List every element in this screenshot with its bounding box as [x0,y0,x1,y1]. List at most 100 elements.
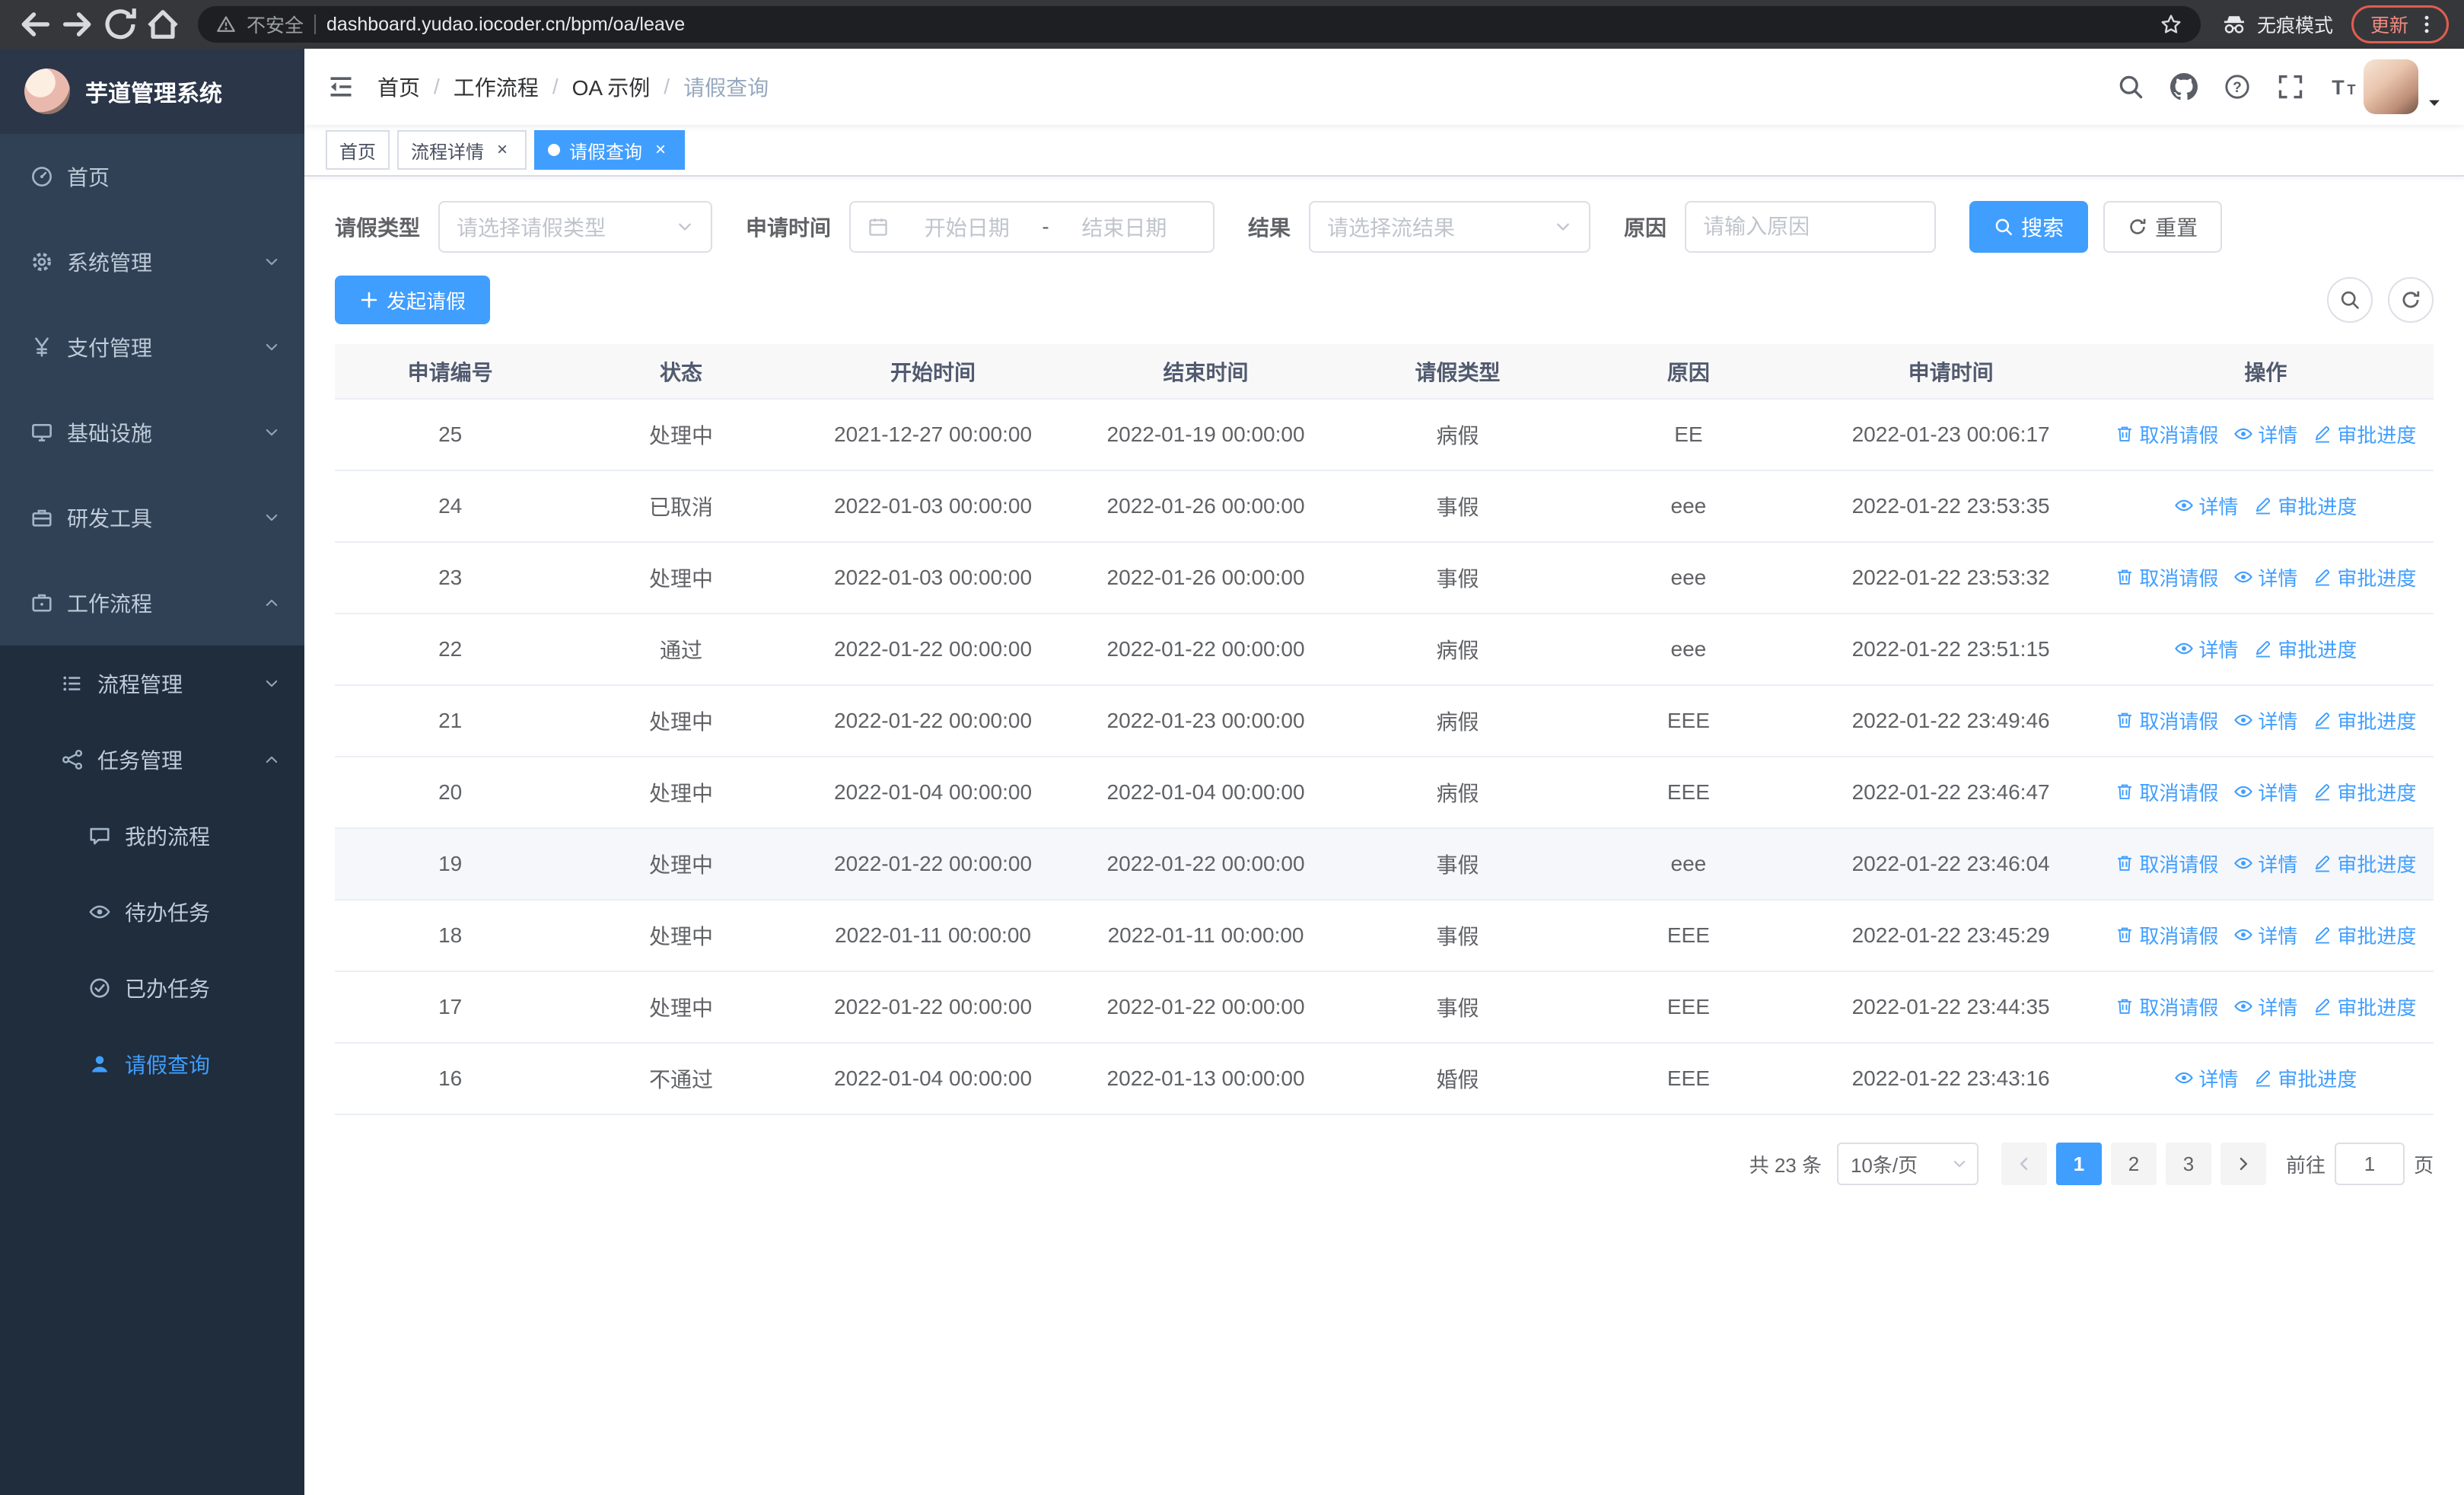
detail-action-link[interactable]: 详情 [2174,492,2238,520]
sidebar-item-2[interactable]: 支付管理 [0,304,304,390]
page-1-button[interactable]: 1 [2055,1143,2102,1185]
sidebar-item-6[interactable]: 流程管理 [0,645,304,722]
search-icon[interactable] [2117,73,2144,100]
cancel-action-link[interactable]: 取消请假 [2115,420,2218,448]
close-tab-icon[interactable]: × [492,139,513,161]
reason-input[interactable] [1685,201,1937,253]
home-icon[interactable] [143,5,183,44]
sidebar-item-4[interactable]: 研发工具 [0,475,304,560]
date-range-picker[interactable]: 开始日期 - 结束日期 [849,201,1215,253]
breadcrumb-item[interactable]: 工作流程 [454,72,539,102]
detail-action-link[interactable]: 详情 [2233,706,2297,735]
progress-action-link[interactable]: 审批进度 [2253,1064,2357,1092]
cell-actions: 取消请假 详情 审批进度 [2097,399,2434,471]
prev-page-button[interactable] [2001,1143,2047,1185]
user-menu[interactable] [2364,59,2443,114]
sidebar-item-label: 已办任务 [125,977,211,1001]
sidebar-item-1[interactable]: 系统管理 [0,219,304,304]
sidebar-item-10[interactable]: 已办任务 [0,950,304,1026]
detail-action-link[interactable]: 详情 [2174,1064,2238,1092]
progress-action-link[interactable]: 审批进度 [2313,921,2416,949]
cancel-action-link[interactable]: 取消请假 [2115,563,2218,591]
detail-action-link[interactable]: 详情 [2233,993,2297,1021]
cell-actions: 取消请假 详情 审批进度 [2097,685,2434,757]
breadcrumb-item[interactable]: OA 示例 [572,72,651,102]
start-date-input[interactable]: 开始日期 [895,212,1039,242]
refresh-icon[interactable] [100,5,140,44]
sidebar-item-0[interactable]: 首页 [0,134,304,219]
star-icon[interactable] [2160,13,2182,36]
cell-end-time: 2022-01-26 00:00:00 [1069,542,1342,614]
refresh-table-button[interactable] [2388,277,2434,323]
detail-action-link[interactable]: 详情 [2233,921,2297,949]
reset-button[interactable]: 重置 [2103,201,2223,253]
detail-action-link[interactable]: 详情 [2233,778,2297,806]
update-button[interactable]: 更新 [2351,5,2449,43]
page-3-button[interactable]: 3 [2165,1143,2211,1185]
question-icon[interactable]: ? [2224,73,2251,100]
page-size-select[interactable]: 10条/页 [1836,1143,1979,1185]
sidebar-item-5[interactable]: 工作流程 [0,560,304,645]
sidebar-toggle-button[interactable] [304,49,377,125]
next-page-button[interactable] [2220,1143,2266,1185]
cell-apply-time: 2022-01-22 23:53:32 [1803,542,2098,614]
progress-action-link[interactable]: 审批进度 [2313,778,2416,806]
detail-action-link[interactable]: 详情 [2233,850,2297,878]
cancel-action-link[interactable]: 取消请假 [2115,993,2218,1021]
search-button[interactable]: 搜索 [1969,201,2089,253]
user-icon [88,1053,111,1076]
sidebar-item-11[interactable]: 请假查询 [0,1026,304,1102]
detail-action-link[interactable]: 详情 [2233,420,2297,448]
kebab-menu-icon[interactable] [2416,14,2437,35]
breadcrumb-item[interactable]: 首页 [377,72,420,102]
progress-action-link[interactable]: 审批进度 [2313,993,2416,1021]
sidebar-item-7[interactable]: 任务管理 [0,722,304,798]
result-select[interactable]: 请选择流结果 [1309,201,1591,253]
tab-2[interactable]: 请假查询 × [534,130,685,170]
detail-action-link[interactable]: 详情 [2233,563,2297,591]
progress-action-link[interactable]: 审批进度 [2313,706,2416,735]
create-leave-button[interactable]: 发起请假 [335,276,491,324]
progress-action-link[interactable]: 审批进度 [2313,563,2416,591]
sidebar-item-3[interactable]: 基础设施 [0,390,304,475]
page-2-button[interactable]: 2 [2110,1143,2157,1185]
calendar-icon [867,216,889,237]
sidebar-item-8[interactable]: 我的流程 [0,798,304,874]
table-row: 17 处理中 2022-01-22 00:00:00 2022-01-22 00:00… [335,971,2434,1044]
progress-action-link[interactable]: 审批进度 [2313,420,2416,448]
sidebar-item-9[interactable]: 待办任务 [0,874,304,950]
end-date-input[interactable]: 结束日期 [1052,212,1196,242]
address-bar[interactable]: 不安全 dashboard.yudao.iocoder.cn/bpm/oa/le… [198,6,2201,43]
detail-action-link[interactable]: 详情 [2174,635,2238,663]
progress-action-link[interactable]: 审批进度 [2253,635,2357,663]
toggle-search-button[interactable] [2327,277,2373,323]
tab-0[interactable]: 首页 [326,130,390,170]
avatar[interactable] [2364,59,2418,114]
cell-type: 事假 [1342,470,1574,543]
cancel-action-link[interactable]: 取消请假 [2115,921,2218,949]
progress-action-link[interactable]: 审批进度 [2313,850,2416,878]
back-icon[interactable] [15,5,55,44]
github-icon[interactable] [2170,73,2198,100]
progress-action-link[interactable]: 审批进度 [2253,492,2357,520]
column-header: 状态 [565,344,797,400]
cancel-action-link[interactable]: 取消请假 [2115,850,2218,878]
cancel-action-link[interactable]: 取消请假 [2115,706,2218,735]
goto-page-input[interactable] [2334,1143,2405,1185]
chevron-down-icon [1554,218,1572,236]
font-size-icon[interactable]: TT [2330,73,2357,100]
sidebar-item-label: 待办任务 [125,901,211,925]
close-tab-icon[interactable]: × [650,139,671,161]
cell-apply-time: 2022-01-22 23:43:16 [1803,1043,2098,1115]
update-label: 更新 [2370,15,2408,37]
app-logo[interactable]: 芋道管理系统 [0,49,304,134]
cancel-action-link[interactable]: 取消请假 [2115,778,2218,806]
tab-1[interactable]: 流程详情 × [397,130,527,170]
eye-icon [2233,424,2253,444]
forward-icon[interactable] [58,5,97,44]
fullscreen-icon[interactable] [2277,73,2304,100]
pagination: 共 23 条 10条/页 123 前往 页 [335,1143,2434,1216]
chevron-down-icon [263,509,280,526]
range-separator: - [1042,215,1049,238]
leave-type-select[interactable]: 请选择请假类型 [438,201,713,253]
